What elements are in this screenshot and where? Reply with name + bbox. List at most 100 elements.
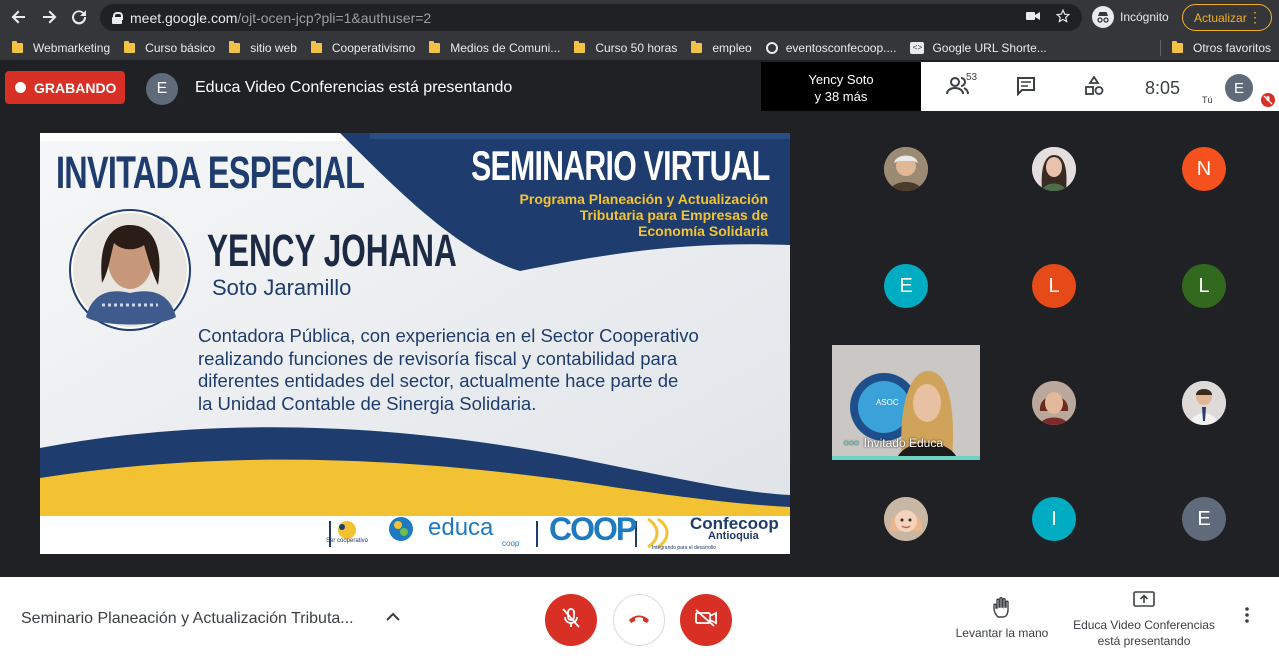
camera-icon[interactable] xyxy=(1026,9,1040,26)
folder-icon xyxy=(429,40,441,53)
bookmark-sitio-web[interactable]: sitio web xyxy=(229,40,297,55)
incognito-indicator[interactable]: Incógnito xyxy=(1092,6,1169,28)
guest-bio-line3: diferentes entidades del sector, actualm… xyxy=(198,370,679,391)
bookmark-curso-basico[interactable]: Curso básico xyxy=(124,40,216,55)
participants-line2: y 38 más xyxy=(814,89,868,104)
bookmark-label: Webmarketing xyxy=(33,40,111,55)
logo-educa: educa xyxy=(428,514,494,541)
video-tile-label: ••• Invitado Educa xyxy=(844,436,943,450)
bookmark-cooperativismo[interactable]: Cooperativismo xyxy=(310,40,415,55)
globe-icon xyxy=(765,41,778,54)
guest-surname: Soto Jaramillo xyxy=(212,275,352,300)
presenting-label-line1: Educa Video Conferencias xyxy=(1073,618,1215,632)
avatar-initial-l[interactable]: L xyxy=(1032,264,1076,308)
logo-confecoop-sub: Antioquia xyxy=(708,530,759,542)
self-label: Tú xyxy=(1202,95,1213,105)
kebab-menu-icon: ⋮ xyxy=(1248,9,1262,25)
bookmarks-bar: Webmarketing Curso básico sitio web Coop… xyxy=(0,35,1279,61)
bottom-control-bar: Seminario Planeación y Actualización Tri… xyxy=(0,577,1279,661)
avatar-photo-2[interactable] xyxy=(1032,147,1076,191)
self-avatar: E xyxy=(1225,74,1253,102)
leave-call-button[interactable] xyxy=(613,594,665,646)
bookmark-eventos[interactable]: eventosconfecoop.... xyxy=(765,40,897,55)
star-icon[interactable] xyxy=(1055,8,1071,26)
participants-line1: Yency Soto xyxy=(808,72,874,87)
avatar-photo-4[interactable] xyxy=(1182,381,1226,425)
guest-bio-line4: la Unidad Contable de Sinergia Solidaria… xyxy=(198,392,537,414)
avatar-photo-1[interactable] xyxy=(884,147,928,191)
speaking-dots-icon: ••• xyxy=(844,436,860,450)
raise-hand-label: Levantar la mano xyxy=(955,626,1049,640)
logo-confecoop-tagline: Integrando para el desarrollo xyxy=(652,545,716,551)
mic-off-icon xyxy=(561,607,581,634)
back-arrow-icon[interactable] xyxy=(4,2,34,32)
bookmark-curso-50[interactable]: Curso 50 horas xyxy=(574,40,678,55)
update-button[interactable]: Actualizar ⋮ xyxy=(1182,4,1272,31)
avatar-initial-e-2[interactable]: E xyxy=(1182,497,1226,541)
guest-bio: Contadora Pública, con experiencia en el… xyxy=(198,325,699,415)
activities-button[interactable] xyxy=(1084,75,1104,101)
meeting-title[interactable]: Seminario Planeación y Actualización Tri… xyxy=(21,610,354,628)
camera-toggle-button[interactable] xyxy=(680,594,732,646)
people-button[interactable]: 53 xyxy=(946,72,977,101)
bookmark-other[interactable]: Otros favoritos xyxy=(1172,41,1271,55)
folder-icon xyxy=(310,40,322,53)
reload-icon[interactable] xyxy=(64,2,94,32)
recording-badge: GRABANDO xyxy=(5,71,125,104)
avatar-initial-e[interactable]: E xyxy=(884,264,928,308)
people-count: 53 xyxy=(966,72,978,83)
slide-program-line2: Tributaria para Empresas de xyxy=(579,207,768,223)
logo-ser-cooperativo: Ser cooperativo xyxy=(326,538,369,544)
record-dot-icon xyxy=(15,82,26,93)
presenting-button[interactable]: Educa Video Conferencias está presentand… xyxy=(1066,591,1222,649)
avatar-initial-l-2[interactable]: L xyxy=(1182,264,1226,308)
more-options-icon[interactable] xyxy=(1245,607,1249,623)
chat-button[interactable] xyxy=(1016,76,1036,101)
participant-video-tile[interactable]: ASOC ••• Invitado Educa xyxy=(832,345,980,460)
incognito-icon xyxy=(1092,6,1114,28)
presenting-label-line2: está presentando xyxy=(1097,634,1191,648)
bookmark-label: Otros favoritos xyxy=(1193,41,1272,55)
mic-toggle-button[interactable] xyxy=(545,594,597,646)
bookmark-empleo[interactable]: empleo xyxy=(691,40,752,55)
hang-up-icon xyxy=(627,611,651,629)
bookmark-label: Medios de Comuni... xyxy=(450,40,561,55)
bookmark-label: empleo xyxy=(712,40,752,55)
avatar-initial-i[interactable]: I xyxy=(1032,497,1076,541)
link-icon: <> xyxy=(910,41,925,54)
chevron-up-icon[interactable] xyxy=(386,609,400,625)
folder-icon xyxy=(1172,41,1183,53)
address-bar[interactable]: meet.google.com/ojt-ocen-jcp?pli=1&authu… xyxy=(100,4,1082,31)
bookmark-label: Curso básico xyxy=(145,40,216,55)
guest-bio-line2: realizando funciones de revisoría fiscal… xyxy=(198,347,678,369)
bookmark-label: eventosconfecoop.... xyxy=(785,40,897,55)
bookmark-webmarketing[interactable]: Webmarketing xyxy=(12,40,111,55)
raise-hand-button[interactable]: Levantar la mano xyxy=(952,597,1052,640)
participants-preview: Yency Soto y 38 más xyxy=(761,62,921,111)
folder-icon xyxy=(229,40,241,53)
video-tile-name: Invitado Educa xyxy=(863,436,943,450)
url-host: meet.google.com xyxy=(130,9,238,26)
bookmarks-divider xyxy=(1160,40,1161,56)
incognito-label: Incógnito xyxy=(1120,10,1169,24)
clock: 8:05 xyxy=(1145,78,1181,98)
presentation-slide: INVITADA ESPECIAL SEMINARIO VIRTUAL Prog… xyxy=(40,133,790,554)
guest-name: YENCY JOHANA xyxy=(207,225,457,276)
svg-text:ASOC: ASOC xyxy=(876,398,899,407)
avatar-photo-3[interactable] xyxy=(1032,381,1076,425)
presenter-avatar: E xyxy=(146,73,178,105)
mic-off-icon xyxy=(1261,93,1275,107)
bookmark-google-url[interactable]: <> Google URL Shorte... xyxy=(910,41,1047,55)
lock-icon xyxy=(112,11,123,24)
folder-icon xyxy=(12,40,23,53)
bookmark-medios[interactable]: Medios de Comuni... xyxy=(429,40,561,55)
avatar-initial-n[interactable]: N xyxy=(1182,147,1226,191)
forward-arrow-icon[interactable] xyxy=(34,2,64,32)
slide-program: Programa Planeación y Actualización Trib… xyxy=(520,191,768,239)
logo-educa-sub: coop xyxy=(502,539,520,548)
active-speaker-bar xyxy=(832,456,980,460)
browser-toolbar: meet.google.com/ojt-ocen-jcp?pli=1&authu… xyxy=(0,0,1279,35)
guest-bio-line1: Contadora Pública, con experiencia en el… xyxy=(198,325,699,346)
avatar-photo-5[interactable] xyxy=(884,497,928,541)
bookmark-label: Curso 50 horas xyxy=(595,40,678,55)
